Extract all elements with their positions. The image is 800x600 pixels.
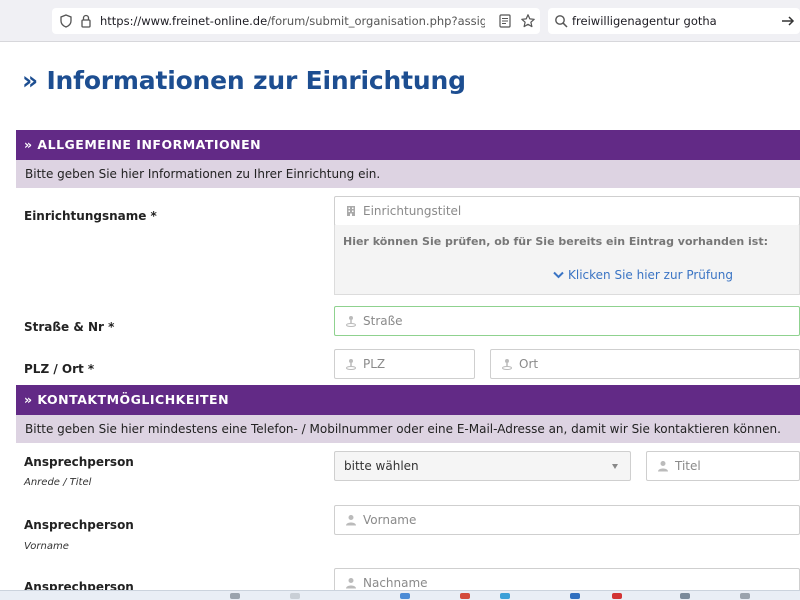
- organisation-name-placeholder: Einrichtungstitel: [363, 204, 462, 218]
- lastname-placeholder: Nachname: [363, 576, 428, 590]
- contact-salutation-label: Ansprechperson: [24, 455, 134, 469]
- section-header-contact: » KONTAKTMÖGLICHKEITEN: [16, 385, 800, 415]
- street-input[interactable]: Straße: [334, 306, 800, 336]
- taskbar-app-icon[interactable]: [460, 593, 470, 599]
- taskbar-app-icon[interactable]: [500, 593, 510, 599]
- browser-toolbar: https://www.freinet-online.de/forum/subm…: [0, 0, 800, 42]
- taskbar-app-icon[interactable]: [230, 593, 240, 599]
- arrow-right-icon[interactable]: [780, 13, 796, 29]
- search-bar[interactable]: freiwilligenagentur gotha: [548, 8, 800, 34]
- shield-icon[interactable]: [60, 14, 72, 28]
- salutation-select[interactable]: bitte wählen: [334, 451, 631, 481]
- taskbar-app-icon[interactable]: [680, 593, 690, 599]
- plz-ort-label: PLZ / Ort *: [24, 362, 95, 376]
- location-pin-icon: [346, 359, 356, 370]
- duplicate-check-link-text: Klicken Sie hier zur Prüfung: [568, 268, 733, 282]
- contact-firstname-label: Ansprechperson: [24, 518, 134, 532]
- reader-view-icon[interactable]: [498, 14, 512, 28]
- caret-down-icon: [612, 464, 618, 469]
- section-note-contact: Bitte geben Sie hier mindestens eine Tel…: [16, 415, 800, 443]
- section-header-general: » ALLGEMEINE INFORMATIONEN: [16, 130, 800, 160]
- taskbar-app-icon[interactable]: [612, 593, 622, 599]
- duplicate-check-link[interactable]: Klicken Sie hier zur Prüfung: [553, 268, 733, 282]
- taskbar-app-icon[interactable]: [400, 593, 410, 599]
- taskbar-app-icon[interactable]: [570, 593, 580, 599]
- taskbar-app-icon[interactable]: [740, 593, 750, 599]
- organisation-name-input[interactable]: Einrichtungstitel: [334, 196, 800, 226]
- person-icon: [346, 578, 356, 589]
- title-input[interactable]: Titel: [646, 451, 800, 481]
- location-pin-icon: [346, 316, 356, 327]
- building-icon: [347, 206, 355, 216]
- duplicate-check-hint: Hier können Sie prüfen, ob für Sie berei…: [343, 235, 769, 248]
- search-query[interactable]: freiwilligenagentur gotha: [572, 14, 717, 28]
- plz-input[interactable]: PLZ: [334, 349, 475, 379]
- bookmark-star-icon[interactable]: [520, 13, 536, 29]
- taskbar-app-icon[interactable]: [290, 593, 300, 599]
- name-label: Einrichtungsname *: [24, 209, 157, 223]
- url-path: /forum/submit_organisation.php?assign_to…: [267, 14, 485, 28]
- street-label: Straße & Nr *: [24, 320, 115, 334]
- chevron-down-icon: [553, 271, 564, 279]
- firstname-input[interactable]: Vorname: [334, 505, 800, 535]
- url-host: https://www.freinet-online.de: [100, 14, 268, 28]
- ort-placeholder: Ort: [519, 357, 539, 371]
- search-icon: [555, 15, 568, 28]
- page-title: » Informationen zur Einrichtung: [22, 66, 466, 95]
- duplicate-check-panel: Hier können Sie prüfen, ob für Sie berei…: [334, 225, 800, 295]
- contact-salutation-sublabel: Anrede / Titel: [24, 477, 92, 488]
- contact-firstname-sublabel: Vorname: [24, 541, 69, 552]
- person-icon: [658, 461, 668, 472]
- os-taskbar: [0, 590, 800, 600]
- person-icon: [346, 515, 356, 526]
- lock-icon[interactable]: [80, 14, 92, 28]
- title-placeholder: Titel: [675, 459, 701, 473]
- url-text[interactable]: https://www.freinet-online.de/forum/subm…: [100, 14, 485, 28]
- firstname-placeholder: Vorname: [363, 513, 417, 527]
- street-placeholder: Straße: [363, 314, 403, 328]
- location-pin-icon: [502, 359, 512, 370]
- section-note-general: Bitte geben Sie hier Informationen zu Ih…: [16, 160, 800, 188]
- ort-input[interactable]: Ort: [490, 349, 800, 379]
- address-bar[interactable]: https://www.freinet-online.de/forum/subm…: [52, 8, 540, 34]
- plz-placeholder: PLZ: [363, 357, 386, 371]
- salutation-select-value: bitte wählen: [344, 459, 419, 473]
